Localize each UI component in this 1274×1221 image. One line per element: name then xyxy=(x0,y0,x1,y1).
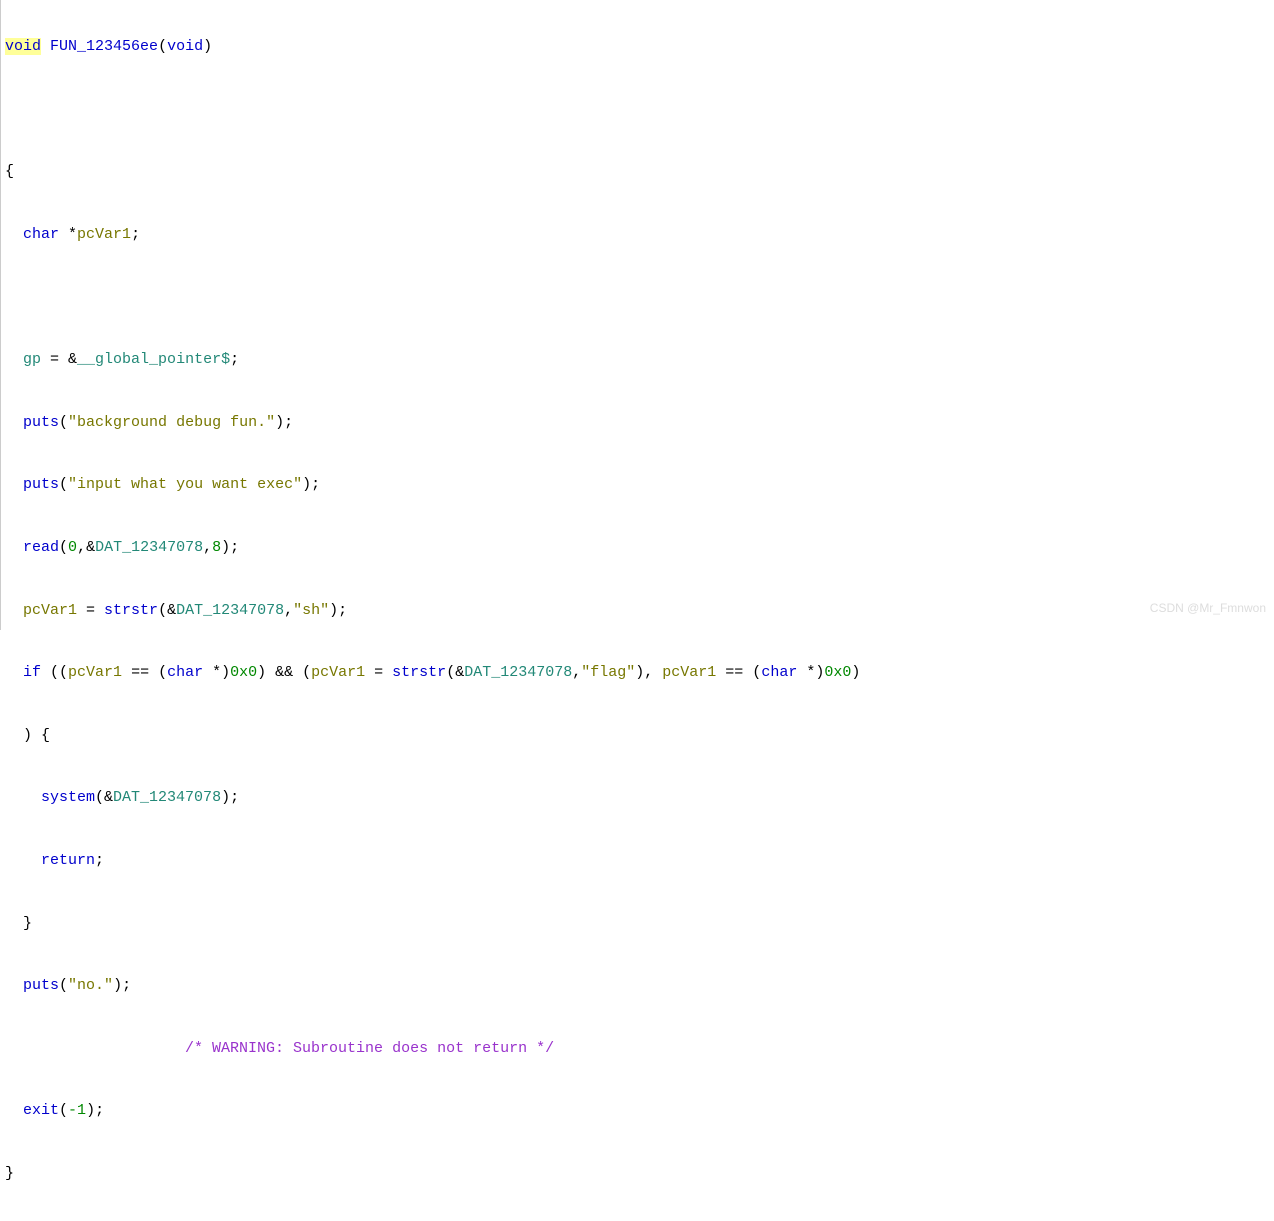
string-literal: "no." xyxy=(68,977,113,994)
code-line: pcVar1 = strstr(&DAT_12347078,"sh"); xyxy=(5,595,1274,626)
var-pcvar1: pcVar1 xyxy=(68,664,122,681)
code-line: ) { xyxy=(5,720,1274,751)
var-pcvar1: pcVar1 xyxy=(77,226,131,243)
type-char: char xyxy=(23,226,59,243)
dat-symbol: DAT_12347078 xyxy=(176,602,284,619)
call-system: system xyxy=(41,789,95,806)
csdn-watermark: CSDN @Mr_Fmnwon xyxy=(1150,593,1266,624)
var-pcvar1: pcVar1 xyxy=(662,664,716,681)
type-char: char xyxy=(167,664,203,681)
number-literal: -1 xyxy=(68,1102,86,1119)
string-literal: "sh" xyxy=(293,602,329,619)
code-line: puts("background debug fun."); xyxy=(5,407,1274,438)
decompiler-code-view[interactable]: void FUN_123456ee(void) { char *pcVar1; … xyxy=(0,0,1274,630)
code-line: if ((pcVar1 == (char *)0x0) && (pcVar1 =… xyxy=(5,657,1274,688)
dat-symbol: DAT_12347078 xyxy=(464,664,572,681)
global-pointer: __global_pointer$ xyxy=(77,351,230,368)
code-line: return; xyxy=(5,845,1274,876)
keyword-void: void xyxy=(5,38,41,55)
code-line: char *pcVar1; xyxy=(5,219,1274,250)
number-literal: 8 xyxy=(212,539,221,556)
code-line: read(0,&DAT_12347078,8); xyxy=(5,532,1274,563)
type-char: char xyxy=(761,664,797,681)
function-name: FUN_123456ee xyxy=(50,38,158,55)
keyword-return: return xyxy=(41,852,95,869)
dat-symbol: DAT_12347078 xyxy=(113,789,221,806)
code-line: puts("no."); xyxy=(5,970,1274,1001)
call-strstr: strstr xyxy=(392,664,446,681)
call-exit: exit xyxy=(23,1102,59,1119)
code-line: gp = &__global_pointer$; xyxy=(5,344,1274,375)
warning-comment: /* WARNING: Subroutine does not return *… xyxy=(185,1040,554,1057)
dat-symbol: DAT_12347078 xyxy=(95,539,203,556)
call-read: read xyxy=(23,539,59,556)
code-line: puts("input what you want exec"); xyxy=(5,469,1274,500)
keyword-void: void xyxy=(167,38,203,55)
keyword-if: if xyxy=(23,664,41,681)
call-puts: puts xyxy=(23,414,59,431)
number-literal: 0x0 xyxy=(824,664,851,681)
code-line: } xyxy=(5,1158,1274,1189)
code-line: exit(-1); xyxy=(5,1095,1274,1126)
code-line xyxy=(5,94,1274,125)
string-literal: "input what you want exec" xyxy=(68,476,302,493)
call-strstr: strstr xyxy=(104,602,158,619)
code-line: } xyxy=(5,908,1274,939)
var-pcvar1: pcVar1 xyxy=(23,602,77,619)
code-line xyxy=(5,282,1274,313)
string-literal: "background debug fun." xyxy=(68,414,275,431)
call-puts: puts xyxy=(23,977,59,994)
number-literal: 0 xyxy=(68,539,77,556)
code-line: /* WARNING: Subroutine does not return *… xyxy=(5,1033,1274,1064)
code-line: void FUN_123456ee(void) xyxy=(5,31,1274,62)
var-pcvar1: pcVar1 xyxy=(311,664,365,681)
number-literal: 0x0 xyxy=(230,664,257,681)
code-line: { xyxy=(5,156,1274,187)
call-puts: puts xyxy=(23,476,59,493)
var-gp: gp xyxy=(23,351,41,368)
code-line: system(&DAT_12347078); xyxy=(5,782,1274,813)
string-literal: "flag" xyxy=(581,664,635,681)
